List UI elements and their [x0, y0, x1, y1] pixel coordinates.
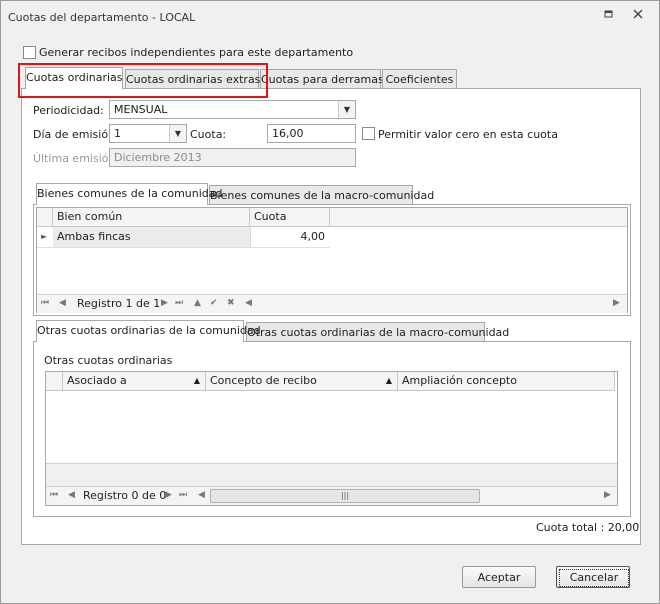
bienes-grid: Bien común Cuota ► Ambas fincas 4,00 ⏮ ◀… — [36, 207, 628, 313]
restore-icon[interactable] — [602, 9, 616, 23]
otras-navigator: ⏮ ◀ Registro 0 de 0 ▶ ⏭ ◀ ||| ▶ — [46, 486, 617, 505]
column-header-ampliacion[interactable]: Ampliación concepto — [398, 372, 615, 391]
record-counter: Registro 0 de 0 — [83, 489, 167, 502]
bienes-navigator: ⏮ ◀ Registro 1 de 1 ▶ ⏭ ▲ ✔ ✖ ◀ ▶ — [37, 294, 627, 313]
last-record-icon[interactable]: ⏭ — [179, 490, 187, 500]
horizontal-scrollbar-thumb[interactable]: ||| — [210, 489, 480, 503]
column-header-label: Asociado a — [67, 374, 127, 387]
otras-grid: Asociado a ▲ Concepto de recibo ▲ Amplia… — [45, 371, 618, 506]
column-header-cuota[interactable]: Cuota — [250, 208, 330, 227]
row-indicator-icon: ► — [41, 232, 48, 241]
prev-record-icon[interactable]: ◀ — [59, 298, 66, 308]
cuota-value: 16,00 — [272, 127, 304, 140]
independent-receipts-checkbox[interactable] — [23, 46, 36, 59]
periodicidad-label: Periodicidad: — [33, 104, 104, 117]
tab-label: Coeficientes — [385, 73, 454, 86]
chevron-down-icon[interactable]: ▼ — [169, 125, 186, 142]
title-bar: Cuotas del departamento - LOCAL — [1, 1, 659, 33]
column-header-label: Ampliación concepto — [402, 374, 517, 387]
last-record-icon[interactable]: ⏭ — [175, 298, 183, 308]
scroll-left-icon[interactable]: ◀ — [198, 490, 205, 500]
tab-label: Otras cuotas ordinarias de la comunidad — [37, 324, 261, 337]
column-header-bien[interactable]: Bien común — [53, 208, 250, 227]
cancel-record-icon[interactable]: ✖ — [227, 298, 235, 308]
tab-label: Bienes comunes de la macro-comunidad — [210, 189, 435, 202]
row-indicator-header — [37, 208, 53, 227]
column-header-label: Concepto de recibo — [210, 374, 317, 387]
tab-cuotas-ordinarias[interactable]: Cuotas ordinarias — [25, 67, 123, 89]
cell-bien[interactable]: Ambas fincas — [53, 227, 250, 247]
post-record-icon[interactable]: ✔ — [210, 298, 218, 308]
tab-label: Cuotas ordinarias extras — [126, 73, 261, 86]
tab-bienes-comunidad[interactable]: Bienes comunes de la comunidad — [36, 183, 223, 205]
accept-button[interactable]: Aceptar — [462, 566, 536, 588]
table-row[interactable]: ► Ambas fincas 4,00 — [37, 227, 330, 248]
permitir-cero-label: Permitir valor cero en esta cuota — [378, 128, 558, 141]
grid-footer — [46, 463, 617, 487]
ultima-emision-label: Última emisión: — [33, 152, 120, 165]
tab-coeficientes[interactable]: Coeficientes — [382, 69, 457, 89]
periodicidad-select[interactable]: MENSUAL ▼ — [109, 100, 356, 119]
next-record-icon[interactable]: ▶ — [165, 490, 172, 500]
permitir-cero-checkbox[interactable] — [362, 127, 375, 140]
tab-label: Otras cuotas ordinarias de la macro-comu… — [247, 326, 510, 339]
tab-label: Cuotas para derramas — [261, 73, 384, 86]
dia-emision-select[interactable]: 1 ▼ — [109, 124, 187, 143]
tab-label: Cuotas ordinarias — [26, 71, 123, 84]
record-counter: Registro 1 de 1 — [77, 297, 161, 310]
close-icon[interactable] — [631, 9, 645, 23]
column-header-filler — [330, 208, 627, 227]
focus-ring: Cancelar — [559, 569, 629, 587]
cuota-label: Cuota: — [190, 128, 227, 141]
cancel-button[interactable]: Cancelar — [556, 566, 630, 588]
sort-asc-icon: ▲ — [385, 376, 392, 385]
cuota-input[interactable]: 16,00 — [267, 124, 356, 143]
button-label: Cancelar — [569, 571, 619, 584]
tab-label: Bienes comunes de la comunidad — [37, 187, 223, 200]
insert-record-icon[interactable]: ▲ — [194, 298, 201, 308]
dia-emision-label: Día de emisión: — [33, 128, 119, 141]
first-record-icon[interactable]: ⏮ — [41, 298, 49, 308]
tab-otras-macro[interactable]: Otras cuotas ordinarias de la macro-comu… — [246, 322, 509, 342]
column-header-asociado[interactable]: Asociado a ▲ — [63, 372, 206, 391]
periodicidad-value: MENSUAL — [114, 103, 168, 116]
row-indicator-header — [46, 372, 63, 391]
tab-otras-comunidad[interactable]: Otras cuotas ordinarias de la comunidad — [36, 320, 261, 342]
dia-emision-value: 1 — [114, 127, 121, 140]
ultima-emision-value: Diciembre 2013 — [114, 151, 202, 164]
cell-text: Ambas fincas — [57, 230, 131, 243]
tab-bienes-macro[interactable]: Bienes comunes de la macro-comunidad — [209, 185, 434, 205]
dialog-window: Cuotas del departamento - LOCAL Generar … — [0, 0, 660, 604]
prev-record-icon[interactable]: ◀ — [68, 490, 75, 500]
independent-receipts-label: Generar recibos independientes para este… — [39, 46, 354, 59]
next-record-icon[interactable]: ▶ — [161, 298, 168, 308]
sort-asc-icon: ▲ — [193, 376, 200, 385]
window-title: Cuotas del departamento - LOCAL — [8, 11, 196, 24]
cell-cuota[interactable]: 4,00 — [250, 227, 330, 247]
tab-cuotas-ordinarias-extras[interactable]: Cuotas ordinarias extras — [125, 69, 261, 89]
scroll-right-icon[interactable]: ▶ — [604, 490, 611, 500]
ultima-emision-field: Diciembre 2013 — [109, 148, 356, 167]
column-header-label: Bien común — [57, 210, 123, 223]
chevron-down-icon[interactable]: ▼ — [338, 101, 355, 118]
column-header-label: Cuota — [254, 210, 287, 223]
tab-cuotas-derramas[interactable]: Cuotas para derramas — [260, 69, 384, 89]
cuota-total-label: Cuota total : 20,00 — [536, 521, 640, 534]
column-header-concepto[interactable]: Concepto de recibo ▲ — [206, 372, 398, 391]
scroll-right-icon[interactable]: ▶ — [613, 298, 620, 308]
first-record-icon[interactable]: ⏮ — [50, 490, 58, 500]
scroll-left-icon[interactable]: ◀ — [245, 298, 252, 308]
cell-text: 4,00 — [300, 230, 326, 243]
otras-section-label: Otras cuotas ordinarias — [44, 354, 173, 367]
button-label: Aceptar — [477, 571, 521, 584]
